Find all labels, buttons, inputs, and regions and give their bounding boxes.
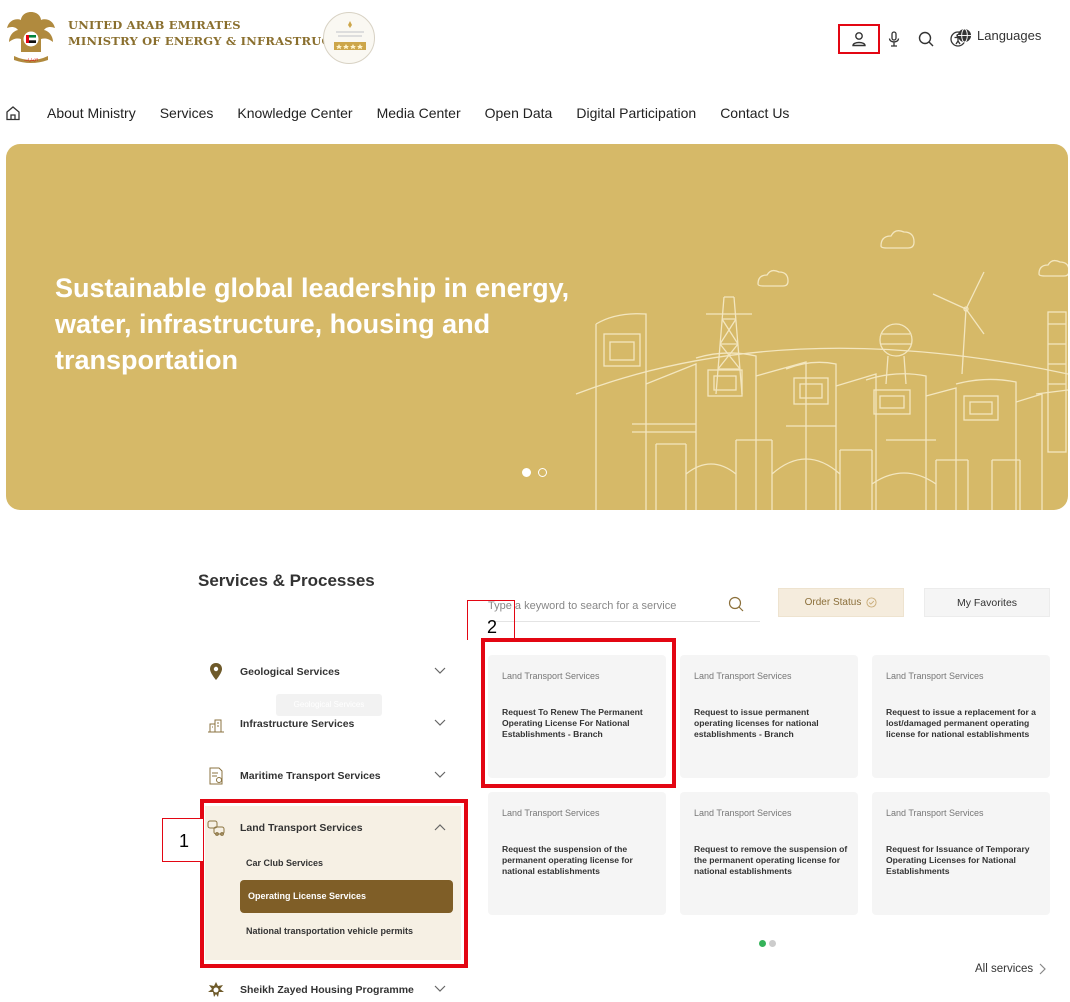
category-label: Infrastructure Services [240, 718, 355, 730]
nav-contact-us[interactable]: Contact Us [720, 105, 789, 121]
languages-label: Languages [977, 28, 1042, 43]
location-pin-icon [210, 663, 222, 680]
chevron-right-icon [1039, 963, 1047, 975]
hero-banner: Sustainable global leadership in energy,… [6, 144, 1068, 510]
category-land-transport[interactable]: Land Transport Services [198, 808, 463, 848]
my-favorites-button[interactable]: My Favorites [924, 588, 1050, 617]
check-circle-icon [866, 597, 877, 608]
category-label: Geological Services [240, 666, 340, 678]
hero-dot-1[interactable] [522, 468, 531, 477]
annotation-number: 1 [179, 831, 190, 851]
card-category: Land Transport Services [502, 808, 600, 818]
land-transport-panel: Land Transport Services Car Club Service… [205, 806, 461, 960]
subitem-car-club[interactable]: Car Club Services [246, 858, 323, 868]
languages-selector[interactable]: Languages [957, 28, 1041, 43]
category-label: Land Transport Services [240, 822, 363, 834]
cards-dot-1[interactable] [759, 940, 766, 947]
card-category: Land Transport Services [886, 671, 984, 681]
category-maritime[interactable]: Maritime Transport Services [198, 756, 463, 796]
chevron-down-icon [434, 667, 446, 674]
card-title: Request to issue a replacement for a los… [886, 707, 1036, 739]
nav-digital-participation[interactable]: Digital Participation [576, 105, 696, 121]
vehicles-icon [207, 820, 225, 836]
service-card-5[interactable]: Land Transport Services Request to remov… [680, 792, 858, 915]
all-services-label: All services [975, 963, 1034, 975]
cards-dot-2[interactable] [769, 940, 776, 947]
nav-open-data[interactable]: Open Data [485, 105, 553, 121]
site-header: الإمارات UNITED ARAB EMIRATES MINISTRY O… [0, 0, 1070, 80]
chevron-down-icon [434, 719, 446, 726]
star-badge-emblem-icon [334, 21, 366, 50]
star-rating-badge [323, 12, 375, 64]
chevron-down-icon [434, 985, 446, 992]
main-nav: About Ministry Services Knowledge Center… [0, 100, 1070, 126]
service-card-3[interactable]: Land Transport Services Request to issue… [872, 655, 1050, 778]
nav-items: About Ministry Services Knowledge Center… [47, 105, 813, 121]
card-category: Land Transport Services [694, 808, 792, 818]
card-category: Land Transport Services [502, 671, 600, 681]
card-category: Land Transport Services [886, 808, 984, 818]
annotation-label-2: 2 [467, 600, 515, 640]
service-card-4[interactable]: Land Transport Services Request the susp… [488, 792, 666, 915]
order-status-label: Order Status [804, 597, 862, 608]
nav-media-center[interactable]: Media Center [377, 105, 461, 121]
annotation-number: 2 [487, 617, 498, 637]
home-icon[interactable] [5, 105, 21, 121]
annotation-label-1: 1 [162, 818, 204, 862]
category-label: Sheikh Zayed Housing Programme [240, 984, 414, 996]
service-card-1[interactable]: Land Transport Services Request To Renew… [488, 655, 666, 778]
subitem-operating-license[interactable]: Operating License Services [240, 880, 453, 913]
search-icon[interactable] [728, 596, 744, 612]
service-search-input[interactable] [488, 594, 718, 618]
hero-dot-2[interactable] [538, 468, 547, 477]
category-housing[interactable]: Sheikh Zayed Housing Programme [198, 970, 463, 1002]
card-title: Request for Issuance of Temporary Operat… [886, 844, 1030, 876]
globe-icon [957, 28, 972, 43]
cards-carousel-dots [759, 940, 776, 947]
services-section-title: Services & Processes [198, 571, 375, 590]
service-search [488, 588, 760, 622]
service-card-2[interactable]: Land Transport Services Request to issue… [680, 655, 858, 778]
user-login-button[interactable] [846, 26, 872, 52]
order-status-button[interactable]: Order Status [778, 588, 904, 617]
voice-button[interactable] [881, 26, 907, 52]
service-card-6[interactable]: Land Transport Services Request for Issu… [872, 792, 1050, 915]
nav-services[interactable]: Services [160, 105, 214, 121]
card-title: Request to issue permanent operating lic… [694, 707, 819, 739]
search-button[interactable] [913, 26, 939, 52]
emblem-icon [208, 982, 224, 997]
card-title: Request to remove the suspension of the … [694, 844, 848, 876]
microphone-icon [888, 31, 900, 47]
category-label: Maritime Transport Services [240, 770, 381, 782]
card-title: Request the suspension of the permanent … [502, 844, 633, 876]
category-geological[interactable]: Geological Services [198, 652, 463, 692]
category-infrastructure[interactable]: Infrastructure Services [198, 704, 463, 744]
nav-knowledge-center[interactable]: Knowledge Center [237, 105, 352, 121]
uae-emblem-logo[interactable]: الإمارات [4, 6, 58, 66]
card-title: Request To Renew The Permanent Operating… [502, 707, 643, 739]
all-services-link[interactable]: All services [975, 963, 1047, 975]
search-icon [918, 31, 934, 47]
buildings-icon [208, 719, 224, 733]
infrastructure-illustration [575, 230, 1068, 510]
chevron-up-icon [434, 824, 446, 831]
hero-carousel-dots [522, 468, 547, 477]
nav-about-ministry[interactable]: About Ministry [47, 105, 136, 121]
subitem-vehicle-permits[interactable]: National transportation vehicle permits [246, 926, 413, 936]
card-category: Land Transport Services [694, 671, 792, 681]
user-icon [852, 32, 866, 47]
document-gear-icon [209, 767, 223, 785]
hero-title: Sustainable global leadership in energy,… [55, 273, 570, 375]
chevron-down-icon [434, 771, 446, 778]
